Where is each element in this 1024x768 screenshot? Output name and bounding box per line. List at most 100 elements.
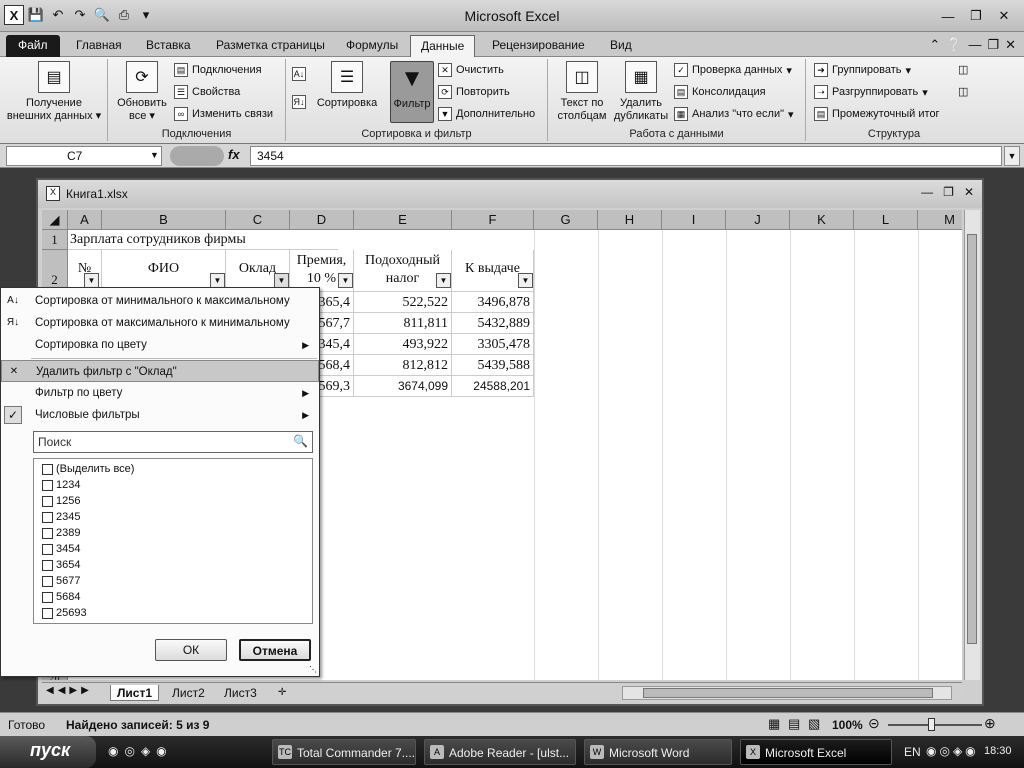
sheet-tab-3[interactable]: Лист3 (218, 685, 263, 701)
checkbox[interactable] (42, 511, 53, 523)
formula-splitter[interactable] (170, 146, 224, 166)
filter-dropdown-icon[interactable]: ▼ (210, 273, 225, 288)
column-header[interactable]: H (598, 210, 662, 230)
cell-tax[interactable]: 812,812 (354, 355, 452, 376)
checkbox[interactable] (42, 559, 53, 571)
ungroup-button[interactable]: ➝ Разгруппировать ▾ (814, 85, 928, 99)
page-layout-view-icon[interactable]: ▤ (788, 716, 800, 732)
select-all-corner[interactable]: ◢ (42, 210, 68, 230)
language-indicator[interactable]: EN (904, 745, 921, 759)
group-button[interactable]: ➜ Группировать ▾ (814, 63, 911, 77)
tab-home[interactable]: Главная (66, 35, 132, 57)
zoom-out-icon[interactable]: ⊝ (868, 715, 880, 732)
doc-minimize-icon[interactable]: — (968, 37, 981, 53)
wb-restore-icon[interactable]: ❐ (943, 185, 954, 199)
page-break-view-icon[interactable]: ▧ (808, 716, 820, 732)
column-header[interactable]: C (226, 210, 290, 230)
tab-insert[interactable]: Вставка (136, 35, 201, 57)
tab-formulas[interactable]: Формулы (336, 35, 408, 57)
cell-payout[interactable]: 5432,889 (452, 313, 534, 334)
task-microsoft-word[interactable]: W Microsoft Word (584, 739, 732, 765)
edit-links-button[interactable]: ∞ Изменить связи (174, 107, 273, 121)
horizontal-scroll-thumb[interactable] (643, 688, 933, 698)
insert-sheet-icon[interactable]: ✛ (272, 685, 292, 701)
minimize-icon[interactable]: — (936, 6, 960, 26)
filter-dropdown-icon[interactable]: ▼ (338, 273, 353, 288)
name-box-dropdown-icon[interactable]: ▼ (150, 150, 159, 160)
sheet-tab-2[interactable]: Лист2 (166, 685, 211, 701)
filter-dropdown-icon[interactable]: ▼ (84, 273, 99, 288)
filter-values-list[interactable]: (Выделить все) 1234 1256 2345 2389 3454 … (33, 458, 313, 624)
reapply-button[interactable]: ⟳ Повторить (438, 85, 510, 99)
close-icon[interactable]: ✕ (992, 6, 1016, 26)
column-header[interactable]: E (354, 210, 452, 230)
menu-clear-filter[interactable]: ✕ Удалить фильтр с "Оклад" (1, 360, 319, 382)
cell-payout[interactable]: 3305,478 (452, 334, 534, 355)
filter-value-item[interactable]: 2389 (42, 525, 80, 541)
task-adobe-reader[interactable]: A Adobe Reader - [ulst... (424, 739, 576, 765)
filter-value-item[interactable]: 2345 (42, 509, 80, 525)
menu-sort-by-color[interactable]: Сортировка по цвету ▶ (1, 334, 319, 356)
filter-search-input[interactable]: Поиск 🔍 (33, 431, 313, 453)
filter-active-icon[interactable]: ▼ (274, 273, 289, 288)
filter-value-item[interactable]: 1256 (42, 493, 80, 509)
tab-data[interactable]: Данные (410, 35, 476, 57)
cell-payout[interactable]: 5439,588 (452, 355, 534, 376)
header-name[interactable]: ФИО (102, 250, 226, 292)
checkbox[interactable] (42, 591, 53, 603)
filter-button[interactable]: ▼ Фильтр (390, 61, 434, 123)
subtotal-button[interactable]: ▤ Промежуточный итог (814, 107, 940, 121)
menu-filter-by-color[interactable]: Фильтр по цвету ▶ (1, 382, 319, 404)
menu-number-filters[interactable]: ✓ Числовые фильтры ▶ (1, 404, 319, 426)
text-to-columns-button[interactable]: ◫ Текст по столбцам (554, 61, 610, 123)
column-header[interactable]: B (102, 210, 226, 230)
column-header[interactable]: D (290, 210, 354, 230)
checkbox[interactable] (42, 495, 53, 507)
doc-close-icon[interactable]: ✕ (1005, 37, 1016, 53)
remove-duplicates-button[interactable]: ▦ Удалить дубликаты (612, 61, 670, 123)
checkbox[interactable] (42, 527, 53, 539)
column-header[interactable]: J (726, 210, 790, 230)
zoom-level[interactable]: 100% (832, 718, 863, 732)
cancel-button[interactable]: Отмена (239, 639, 311, 661)
tab-view[interactable]: Вид (600, 35, 642, 57)
sort-az-button[interactable]: A↓ (292, 67, 306, 81)
consolidate-button[interactable]: ▤ Консолидация (674, 85, 766, 99)
expand-formula-icon[interactable]: ▼ (1004, 146, 1020, 166)
cell-payout[interactable]: 24588,201 (452, 376, 534, 397)
menu-sort-descending[interactable]: Я↓ Сортировка от максимального к минимал… (1, 312, 319, 334)
data-validation-button[interactable]: ✓ Проверка данных ▾ (674, 63, 792, 77)
vertical-scroll-thumb[interactable] (967, 234, 977, 644)
cell-tax[interactable]: 522,522 (354, 292, 452, 313)
checkbox[interactable] (42, 575, 53, 587)
zoom-in-icon[interactable]: ⊕ (984, 715, 996, 732)
checkbox[interactable] (42, 607, 53, 619)
checkbox[interactable] (42, 543, 53, 555)
filter-dropdown-icon[interactable]: ▼ (436, 273, 451, 288)
tab-file[interactable]: Файл (6, 35, 60, 57)
cell-tax[interactable]: 811,811 (354, 313, 452, 334)
minimize-ribbon-icon[interactable]: ⌃ (929, 37, 940, 53)
help-icon[interactable]: ❔ (946, 37, 962, 53)
filter-value-item[interactable]: 25693 (42, 605, 87, 621)
filter-value-item[interactable]: 5684 (42, 589, 80, 605)
row-header[interactable]: 1 (42, 230, 68, 250)
properties-button[interactable]: ☰ Свойства (174, 85, 240, 99)
filter-value-item[interactable]: 3654 (42, 557, 80, 573)
task-microsoft-excel[interactable]: X Microsoft Excel (740, 739, 892, 765)
sort-button[interactable]: ☰ Сортировка (312, 61, 382, 110)
tab-page-layout[interactable]: Разметка страницы (206, 35, 335, 57)
sheet-nav-arrows-icon[interactable]: ◀◀▶▶ (46, 685, 93, 696)
ok-button[interactable]: ОК (155, 639, 227, 661)
formula-input[interactable]: 3454 (250, 146, 1002, 166)
vertical-scrollbar[interactable] (964, 210, 980, 680)
column-header[interactable]: L (854, 210, 918, 230)
filter-value-item[interactable]: 3454 (42, 541, 80, 557)
hide-detail-icon[interactable]: ◫ (958, 85, 968, 98)
zoom-slider-track[interactable] (888, 724, 982, 726)
menu-sort-ascending[interactable]: А↓ Сортировка от минимального к максимал… (1, 290, 319, 312)
column-header[interactable]: I (662, 210, 726, 230)
title-cell[interactable]: Зарплата сотрудников фирмы (68, 230, 338, 250)
column-header[interactable]: A (68, 210, 102, 230)
get-external-data-button[interactable]: ▤ Получение внешних данных ▾ (4, 61, 104, 123)
